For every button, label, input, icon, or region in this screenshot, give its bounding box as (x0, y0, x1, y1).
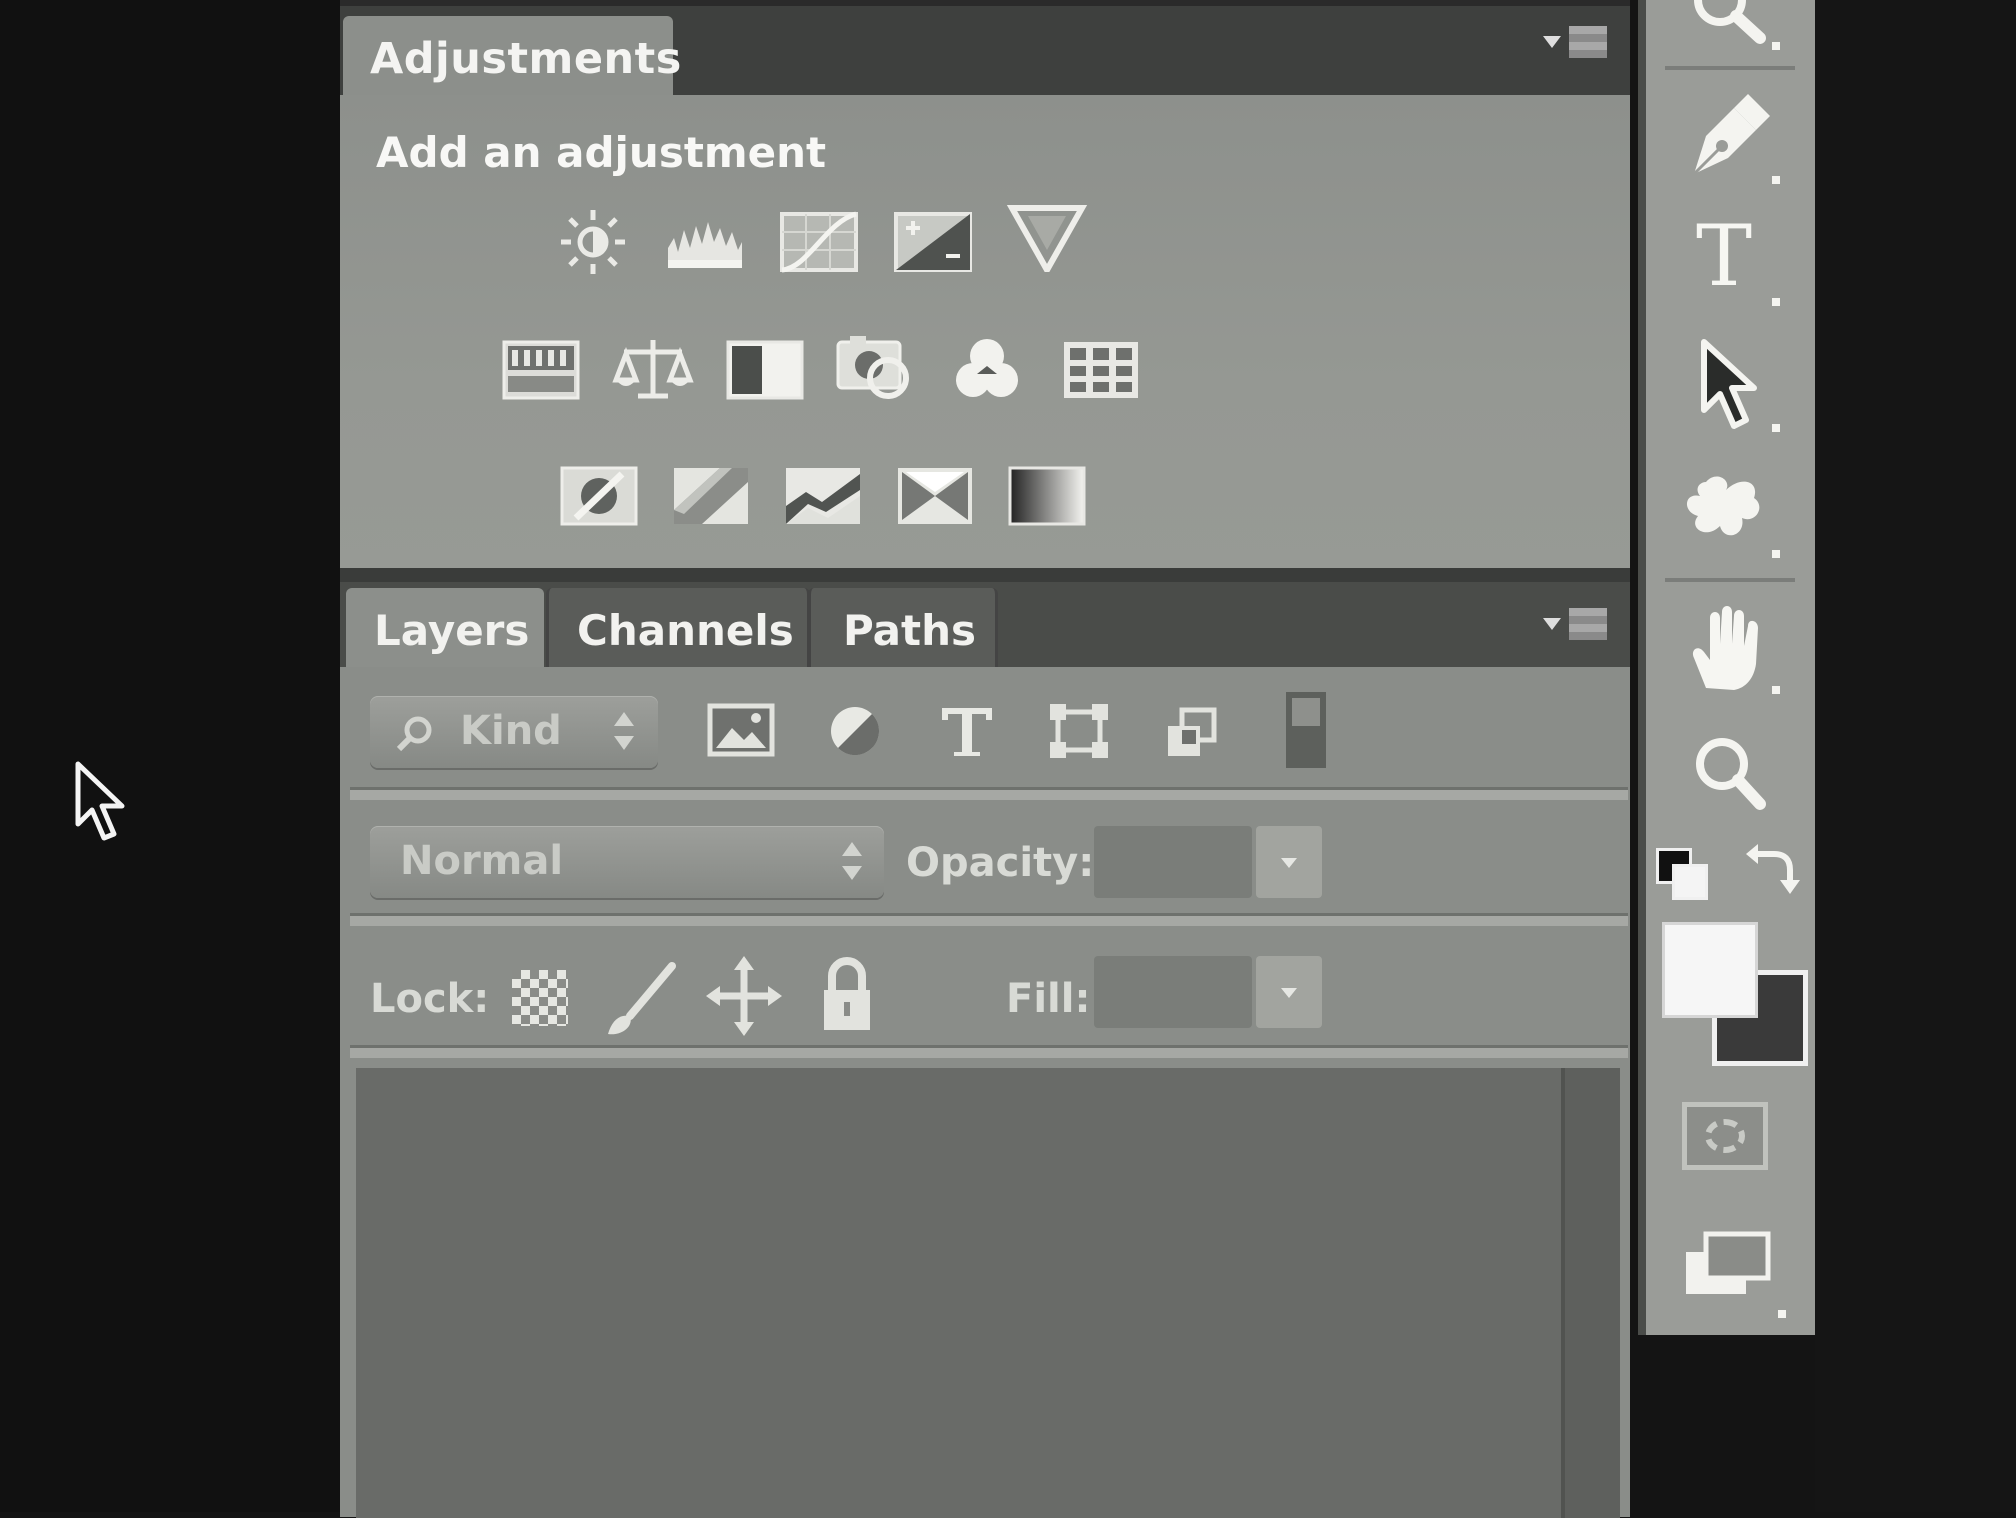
custom-shape-tool-icon[interactable] (1676, 462, 1786, 562)
gradient-map-icon[interactable] (1006, 462, 1088, 530)
color-balance-icon[interactable] (612, 336, 694, 404)
hue-saturation-icon[interactable] (500, 336, 582, 404)
type-tool-icon[interactable]: T (1676, 210, 1786, 310)
blend-mode-select[interactable]: Normal (370, 826, 884, 898)
updown-arrows-icon (842, 842, 862, 882)
lock-label: Lock: (370, 976, 490, 1022)
default-colors-icon[interactable] (1656, 848, 1708, 900)
adjustments-panel-menu-icon[interactable] (1543, 24, 1615, 64)
tab-paths-label: Paths (843, 606, 976, 655)
tool-separator (1665, 578, 1795, 582)
layer-filter-kind-select[interactable]: Kind (370, 696, 658, 768)
layers-list[interactable] (356, 1068, 1561, 1518)
threshold-icon[interactable] (782, 462, 864, 530)
search-icon (396, 716, 432, 752)
foreground-color-swatch[interactable] (1662, 922, 1758, 1018)
type-layer-filter-icon[interactable] (932, 700, 1002, 762)
fill-input[interactable] (1094, 956, 1252, 1028)
levels-icon[interactable] (664, 208, 746, 276)
tab-layers[interactable]: Layers (346, 588, 544, 667)
exposure-icon[interactable] (892, 208, 974, 276)
opacity-label: Opacity: (906, 840, 1095, 886)
smart-object-filter-icon[interactable] (1158, 700, 1228, 762)
adjustment-layer-filter-icon[interactable] (820, 700, 890, 762)
tab-layers-label: Layers (374, 606, 530, 655)
brightness-contrast-icon[interactable] (552, 208, 634, 276)
layers-panel-menu-icon[interactable] (1543, 606, 1615, 646)
workspace-right-area (1815, 0, 2016, 1512)
fill-dropdown-button[interactable] (1256, 956, 1322, 1028)
pen-tool-icon[interactable] (1676, 88, 1786, 188)
adjustments-subtitle: Add an adjustment (376, 128, 827, 177)
screen-mode-icon[interactable] (1682, 1222, 1792, 1322)
tab-paths[interactable]: Paths (808, 588, 998, 667)
updown-arrows-icon (614, 712, 634, 752)
toolbar-separator (350, 1048, 1628, 1058)
channel-mixer-icon[interactable] (946, 334, 1028, 402)
opacity-input[interactable] (1094, 826, 1252, 898)
color-lookup-icon[interactable] (1060, 336, 1142, 404)
lock-transparent-pixels-icon[interactable] (512, 970, 568, 1026)
filter-toggle-icon[interactable] (1286, 692, 1326, 768)
tab-adjustments[interactable]: Adjustments (343, 16, 681, 95)
toolbar-separator (350, 790, 1628, 800)
hand-tool-icon[interactable] (1676, 598, 1786, 698)
vibrance-icon[interactable] (1006, 204, 1088, 272)
type-tool-glyph: T (1696, 207, 1753, 305)
fill-label: Fill: (1006, 976, 1091, 1022)
invert-icon[interactable] (558, 462, 640, 530)
workspace-left-area (0, 0, 340, 1512)
path-selection-tool-icon[interactable] (1676, 336, 1786, 436)
magnifier-tool-icon[interactable] (1676, 0, 1786, 66)
selective-color-icon[interactable] (894, 462, 976, 530)
tab-channels[interactable]: Channels (546, 588, 810, 667)
quick-mask-icon[interactable] (1682, 1102, 1768, 1170)
pixel-layer-filter-icon[interactable] (706, 700, 776, 762)
zoom-tool-icon[interactable] (1676, 724, 1786, 824)
blend-mode-value: Normal (400, 838, 564, 884)
posterize-icon[interactable] (670, 462, 752, 530)
curves-icon[interactable] (778, 208, 860, 276)
layers-scrollbar[interactable] (1561, 1068, 1620, 1518)
swap-colors-icon[interactable] (1744, 840, 1804, 900)
black-white-icon[interactable] (724, 336, 806, 404)
photo-filter-icon[interactable] (834, 332, 916, 400)
lock-all-icon[interactable] (818, 954, 876, 1034)
layer-filter-kind-label: Kind (460, 708, 562, 754)
opacity-dropdown-button[interactable] (1256, 826, 1322, 898)
shape-layer-filter-icon[interactable] (1044, 700, 1114, 762)
toolbar-separator (350, 916, 1628, 926)
lock-image-pixels-icon[interactable] (600, 960, 680, 1040)
tab-adjustments-label: Adjustments (370, 34, 682, 84)
panel-divider[interactable] (340, 568, 1630, 582)
lock-position-icon[interactable] (706, 956, 782, 1036)
tool-separator (1665, 66, 1795, 70)
mouse-cursor-icon (74, 760, 134, 850)
tab-channels-label: Channels (577, 606, 794, 655)
